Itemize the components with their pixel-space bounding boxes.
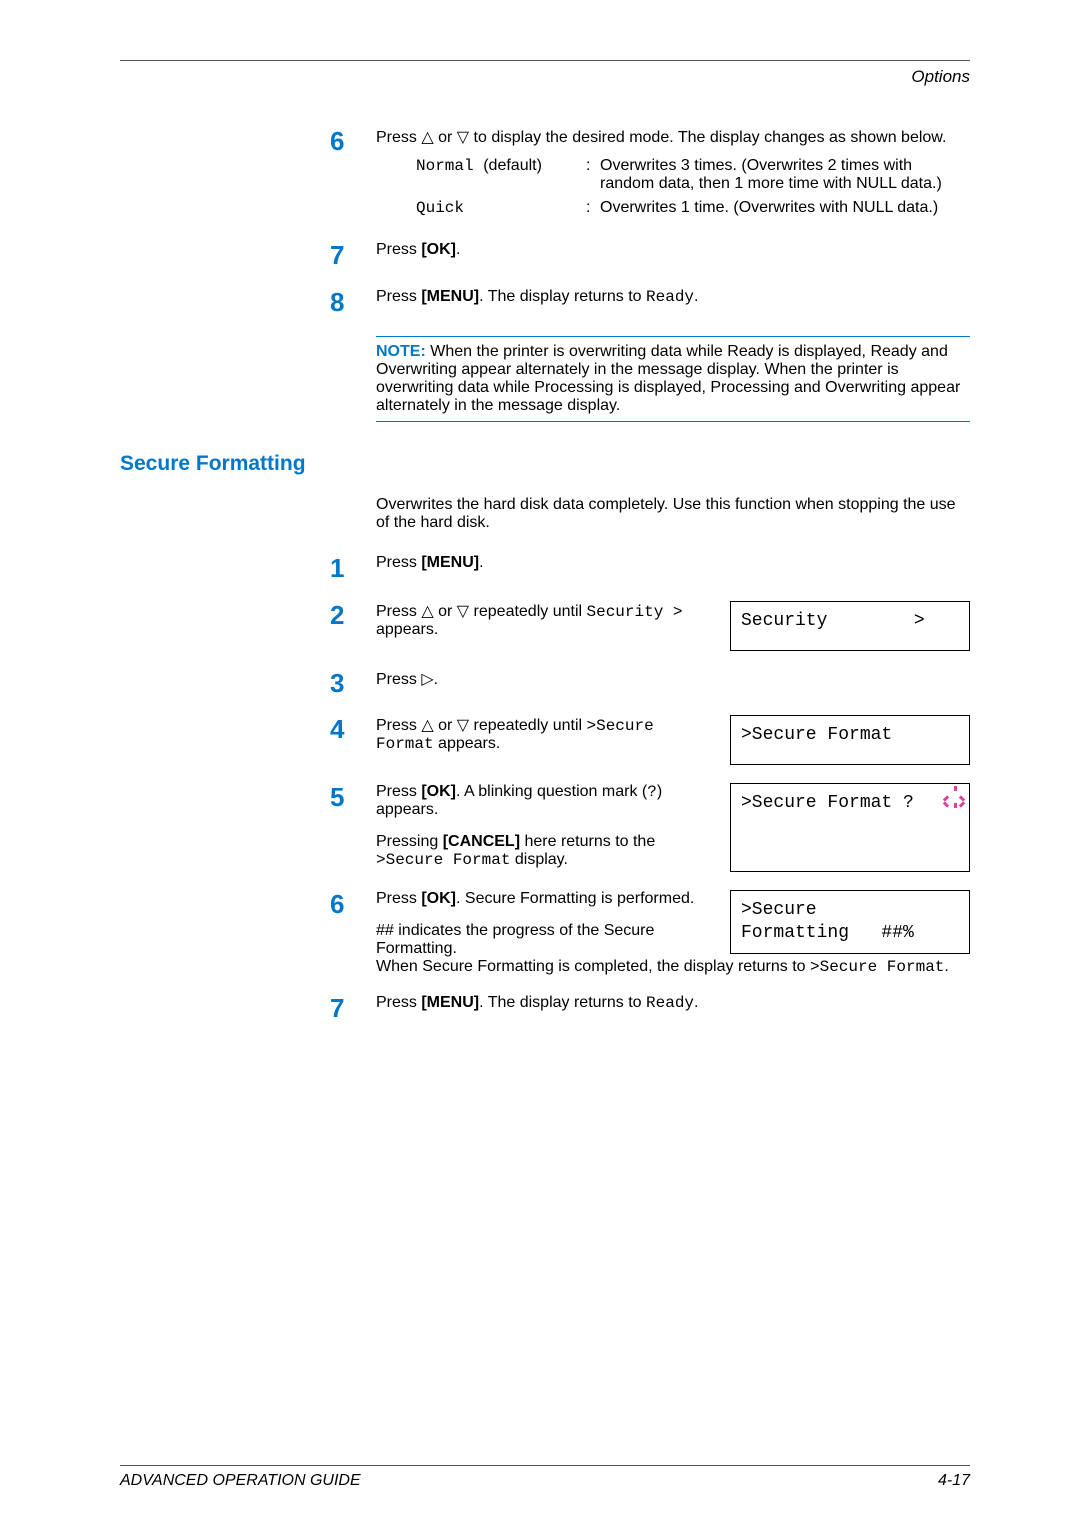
lcd-display: Security > <box>730 601 970 651</box>
triangle-down-icon <box>457 717 469 734</box>
step-text: Press or repeatedly until Security > app… <box>376 603 683 638</box>
step-a-7: 7 Press [OK]. <box>330 241 970 270</box>
step-b-2: 2 Press or repeatedly until Security > a… <box>330 601 970 651</box>
step-text: Press [MENU]. The display returns to Rea… <box>376 288 698 305</box>
lcd-display: >Secure Format ? <box>730 783 970 871</box>
triangle-up-icon <box>421 603 433 620</box>
step-num: 6 <box>330 127 376 156</box>
step-text: Press or to display the desired mode. Th… <box>376 129 946 146</box>
step-a-6: 6 Press or to display the desired mode. … <box>330 127 970 223</box>
step-a-8: 8 Press [MENU]. The display returns to R… <box>330 288 970 317</box>
step-num: 6 <box>330 890 376 919</box>
step-num: 5 <box>330 783 376 812</box>
note-label: NOTE: <box>376 343 426 360</box>
triangle-down-icon <box>457 129 469 146</box>
step-text-2: ## indicates the progress of the Secure … <box>376 922 712 958</box>
page-footer: ADVANCED OPERATION GUIDE 4-17 <box>120 1465 970 1490</box>
page-title: Options <box>120 67 970 87</box>
step-num: 7 <box>330 241 376 270</box>
step-text: Press [OK]. A blinking question mark (?)… <box>376 783 712 819</box>
step-b-1: 1 Press [MENU]. <box>330 554 970 583</box>
step-num: 4 <box>330 715 376 744</box>
step-b-5: 5 Press [OK]. A blinking question mark (… <box>330 783 970 871</box>
lcd-display: >Secure Formatting ##% <box>730 890 970 955</box>
step-text: Press or repeatedly until >Secure Format… <box>376 717 654 752</box>
step-text: Press [MENU]. The display returns to Rea… <box>376 994 698 1011</box>
step-text: Press [OK]. Secure Formatting is perform… <box>376 890 712 908</box>
section-intro: Overwrites the hard disk data completely… <box>376 496 970 532</box>
step-num: 8 <box>330 288 376 317</box>
step-text-2: Pressing [CANCEL] here returns to the >S… <box>376 833 712 869</box>
step-text-3: When Secure Formatting is completed, the… <box>376 958 970 976</box>
lcd-display: >Secure Format <box>730 715 970 765</box>
step-b-6: 6 Press [OK]. Secure Formatting is perfo… <box>330 890 970 976</box>
footer-left: ADVANCED OPERATION GUIDE <box>120 1472 361 1490</box>
mode-quick: Quick : Overwrites 1 time. (Overwrites w… <box>416 199 970 217</box>
note-block: NOTE: When the printer is overwriting da… <box>376 336 970 422</box>
step-num: 3 <box>330 669 376 698</box>
footer-right: 4-17 <box>938 1472 970 1490</box>
step-b-4: 4 Press or repeatedly until >Secure Form… <box>330 715 970 765</box>
triangle-down-icon <box>457 603 469 620</box>
step-num: 2 <box>330 601 376 630</box>
note-text: When the printer is overwriting data whi… <box>376 343 960 414</box>
step-num: 7 <box>330 994 376 1023</box>
step-num: 1 <box>330 554 376 583</box>
step-b-3: 3 Press . <box>330 669 970 698</box>
step-b-7: 7 Press [MENU]. The display returns to R… <box>330 994 970 1023</box>
section-heading: Secure Formatting <box>120 452 970 476</box>
triangle-right-icon <box>421 671 433 688</box>
step-text: Press [MENU]. <box>376 554 484 571</box>
triangle-up-icon <box>421 717 433 734</box>
blink-icon <box>943 786 965 808</box>
triangle-up-icon <box>421 129 433 146</box>
step-text: Press . <box>376 671 438 688</box>
step-text: Press [OK]. <box>376 241 460 258</box>
mode-normal: Normal (default) : Overwrites 3 times. (… <box>416 157 970 193</box>
